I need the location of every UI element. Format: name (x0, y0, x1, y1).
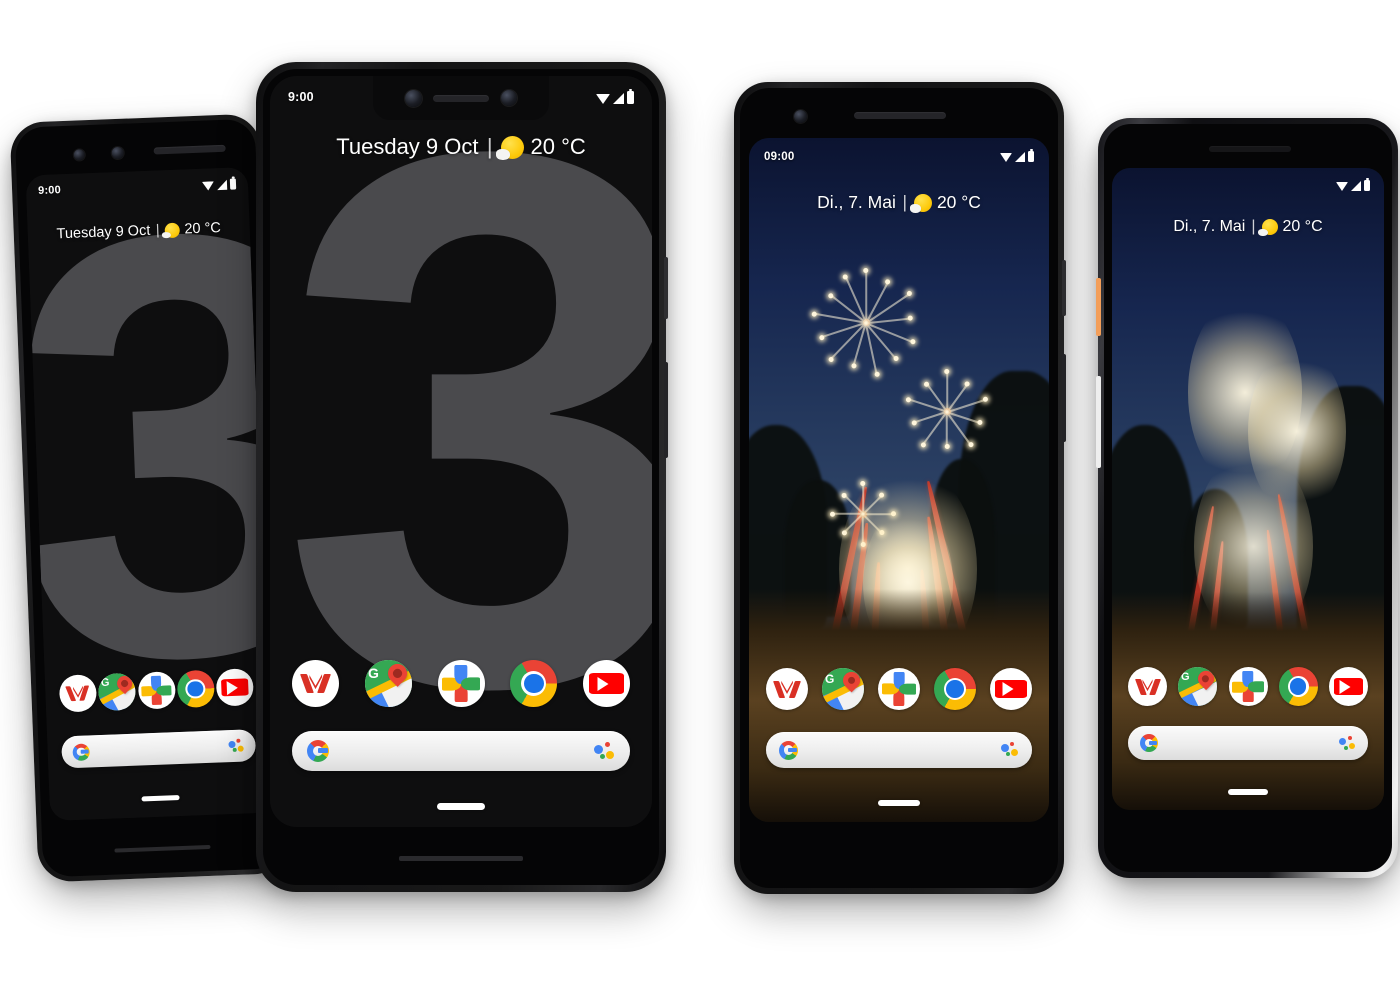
dock-app-photos[interactable] (1228, 667, 1268, 706)
dock-app-gmail[interactable] (766, 668, 808, 710)
wallpaper-glyph-3: 3 (25, 166, 273, 787)
power-button[interactable] (1062, 260, 1066, 316)
earpiece-speaker (854, 112, 946, 119)
screenshot-canvas: 3 9:00 Tuesday 9 Oct | 20 °C G 3 9:00 Tu… (0, 0, 1400, 1000)
pixel3xl-screen[interactable]: 3 9:00 Tuesday 9 Oct | 20 °C G (270, 76, 652, 827)
dock-app-chrome[interactable] (510, 660, 558, 707)
pixel3xl-google-search-bar[interactable] (292, 731, 630, 771)
assistant-icon[interactable] (228, 738, 245, 754)
dock-app-photos[interactable] (437, 660, 485, 707)
date-separator: | (902, 192, 908, 212)
pixel3a-google-search-bar[interactable] (766, 732, 1032, 768)
wallpaper-glyph-3: 3 (280, 76, 652, 827)
google-g-icon (72, 742, 91, 761)
partly-sunny-icon (1258, 219, 1278, 236)
date-text: Tuesday 9 Oct (336, 134, 479, 159)
earpiece-speaker (153, 144, 226, 155)
dock-app-maps[interactable]: G (97, 672, 137, 712)
front-camera-wide-icon (111, 146, 124, 160)
power-button[interactable] (664, 257, 668, 319)
phone-pixel3axl[interactable]: Di., 7. Mai | 20 °C G (1096, 118, 1398, 878)
wallpaper-fireworks (749, 138, 1049, 822)
phone-pixel3xl[interactable]: 3 9:00 Tuesday 9 Oct | 20 °C G (256, 62, 668, 892)
pixel3a-dock[interactable]: G (766, 668, 1032, 710)
pixel3a-date-widget[interactable]: Di., 7. Mai | 20 °C (749, 192, 1049, 213)
date-separator: | (155, 222, 160, 239)
bottom-speaker-grille (114, 844, 211, 853)
front-camera-icon (73, 149, 85, 161)
temperature-text: 20 °C (1282, 218, 1323, 235)
wallpaper-big-3: 3 (270, 76, 652, 827)
pixel3-dock[interactable]: G (58, 668, 255, 713)
front-camera-icon (501, 90, 517, 106)
volume-button[interactable] (1096, 376, 1101, 468)
volume-button[interactable] (1062, 354, 1066, 442)
wallpaper-fireworks (1112, 168, 1384, 810)
dock-app-gmail[interactable] (1128, 667, 1167, 706)
bottom-speaker-grille (399, 856, 523, 861)
pixel3-screen[interactable]: 3 9:00 Tuesday 9 Oct | 20 °C G (25, 166, 273, 822)
partly-sunny-icon (495, 135, 524, 160)
assistant-icon[interactable] (1339, 735, 1356, 751)
dock-app-youtube[interactable] (1329, 667, 1368, 706)
google-g-icon (307, 740, 329, 762)
volume-button[interactable] (664, 362, 668, 458)
pixel3axl-google-search-bar[interactable] (1128, 726, 1368, 760)
phone-pixel3a[interactable]: 09:00 Di., 7. Mai | 20 °C G (734, 82, 1066, 894)
pixel3xl-date-widget[interactable]: Tuesday 9 Oct | 20 °C (270, 134, 652, 160)
date-text: Di., 7. Mai (1173, 218, 1246, 235)
wallpaper-big-3: 3 (25, 166, 273, 822)
dock-app-maps[interactable]: G (1178, 667, 1218, 706)
dock-app-gmail[interactable] (292, 660, 339, 707)
date-text: Di., 7. Mai (817, 192, 896, 212)
temperature-text: 20 °C (184, 220, 222, 238)
dock-app-chrome[interactable] (934, 668, 976, 710)
assistant-icon[interactable] (1001, 742, 1019, 758)
google-g-icon (1140, 734, 1158, 752)
home-gesture-pill[interactable] (1228, 789, 1268, 795)
pixel3a-bezel: 09:00 Di., 7. Mai | 20 °C G (740, 88, 1058, 888)
partly-sunny-icon (909, 193, 932, 213)
dock-app-youtube[interactable] (583, 660, 630, 707)
earpiece-speaker (1209, 146, 1291, 152)
earpiece-speaker (433, 95, 489, 102)
phone-pixel3[interactable]: 3 9:00 Tuesday 9 Oct | 20 °C G (9, 113, 289, 883)
home-gesture-pill[interactable] (878, 800, 920, 806)
dock-app-chrome[interactable] (1278, 667, 1318, 706)
pixel3a-screen[interactable]: 09:00 Di., 7. Mai | 20 °C G (749, 138, 1049, 822)
front-camera-wide-icon (405, 90, 422, 107)
dock-app-youtube[interactable] (215, 668, 255, 707)
pixel3xl-dock[interactable]: G (292, 660, 630, 707)
temperature-text: 20 °C (936, 192, 981, 212)
assistant-icon[interactable] (594, 742, 615, 760)
dock-app-maps[interactable]: G (822, 668, 864, 710)
dock-app-photos[interactable] (137, 671, 176, 710)
home-gesture-pill[interactable] (437, 803, 485, 810)
date-separator: | (486, 134, 493, 159)
display-notch (373, 76, 549, 120)
pixel3xl-bezel: 3 9:00 Tuesday 9 Oct | 20 °C G (263, 69, 659, 885)
dock-app-youtube[interactable] (990, 668, 1032, 710)
dock-app-chrome[interactable] (176, 669, 215, 709)
front-camera-icon (794, 110, 807, 123)
dock-app-maps[interactable]: G (364, 660, 412, 707)
pixel3axl-bezel: Di., 7. Mai | 20 °C G (1104, 124, 1392, 872)
pixel3-bezel: 3 9:00 Tuesday 9 Oct | 20 °C G (14, 118, 284, 878)
temperature-text: 20 °C (530, 134, 586, 159)
dock-app-photos[interactable] (878, 668, 920, 710)
pixel3axl-date-widget[interactable]: Di., 7. Mai | 20 °C (1112, 218, 1384, 236)
google-g-icon (779, 740, 798, 760)
pixel3axl-screen[interactable]: Di., 7. Mai | 20 °C G (1112, 168, 1384, 810)
dock-app-gmail[interactable] (58, 674, 98, 713)
partly-sunny-icon (164, 222, 181, 238)
power-button-orange[interactable] (1096, 278, 1101, 336)
date-separator: | (1251, 218, 1256, 235)
pixel3axl-dock[interactable]: G (1128, 667, 1368, 706)
